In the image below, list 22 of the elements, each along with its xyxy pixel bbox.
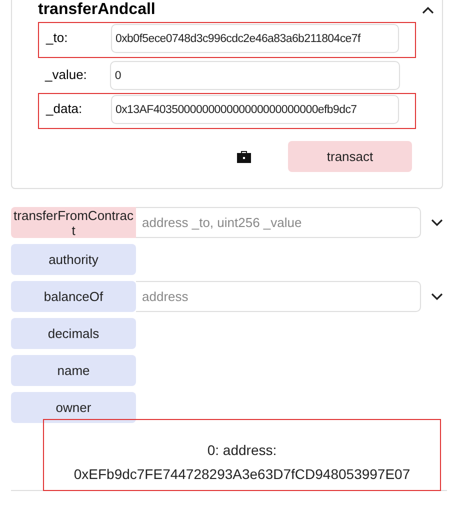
chevron-up-icon[interactable] <box>422 6 434 14</box>
arguments-input[interactable]: address _to, uint256 _value <box>136 207 421 238</box>
function-button[interactable]: name <box>11 355 136 386</box>
result-text: 0xEFb9dc7FE744728293A3e63D7fCD948053997E07 <box>74 466 410 482</box>
function-button[interactable]: decimals <box>11 318 136 349</box>
arguments-input[interactable]: address <box>136 281 421 312</box>
function-button[interactable]: balanceOf <box>11 281 136 312</box>
result-text: 0: address: <box>207 442 277 458</box>
chevron-down-icon[interactable] <box>431 292 443 300</box>
param-input[interactable]: 0x13AF403500000000000000000000000efb9dc7 <box>110 95 399 124</box>
param-input[interactable]: 0 <box>110 61 400 90</box>
function-button[interactable]: transferFromContract <box>11 207 136 238</box>
function-button[interactable]: owner <box>11 392 136 423</box>
function-title: transferAndcall <box>38 1 156 19</box>
briefcase-icon[interactable] <box>236 150 252 164</box>
param-label: _data: <box>46 101 84 116</box>
param-label: _value: <box>45 67 88 82</box>
chevron-down-icon[interactable] <box>431 218 443 226</box>
param-label: _to: <box>46 30 69 45</box>
function-button[interactable]: authority <box>11 244 136 275</box>
param-input[interactable]: 0xb0f5ece0748d3c996cdc2e46a83a6b211804ce7f <box>110 24 399 53</box>
transact-button[interactable]: transact <box>288 141 412 172</box>
